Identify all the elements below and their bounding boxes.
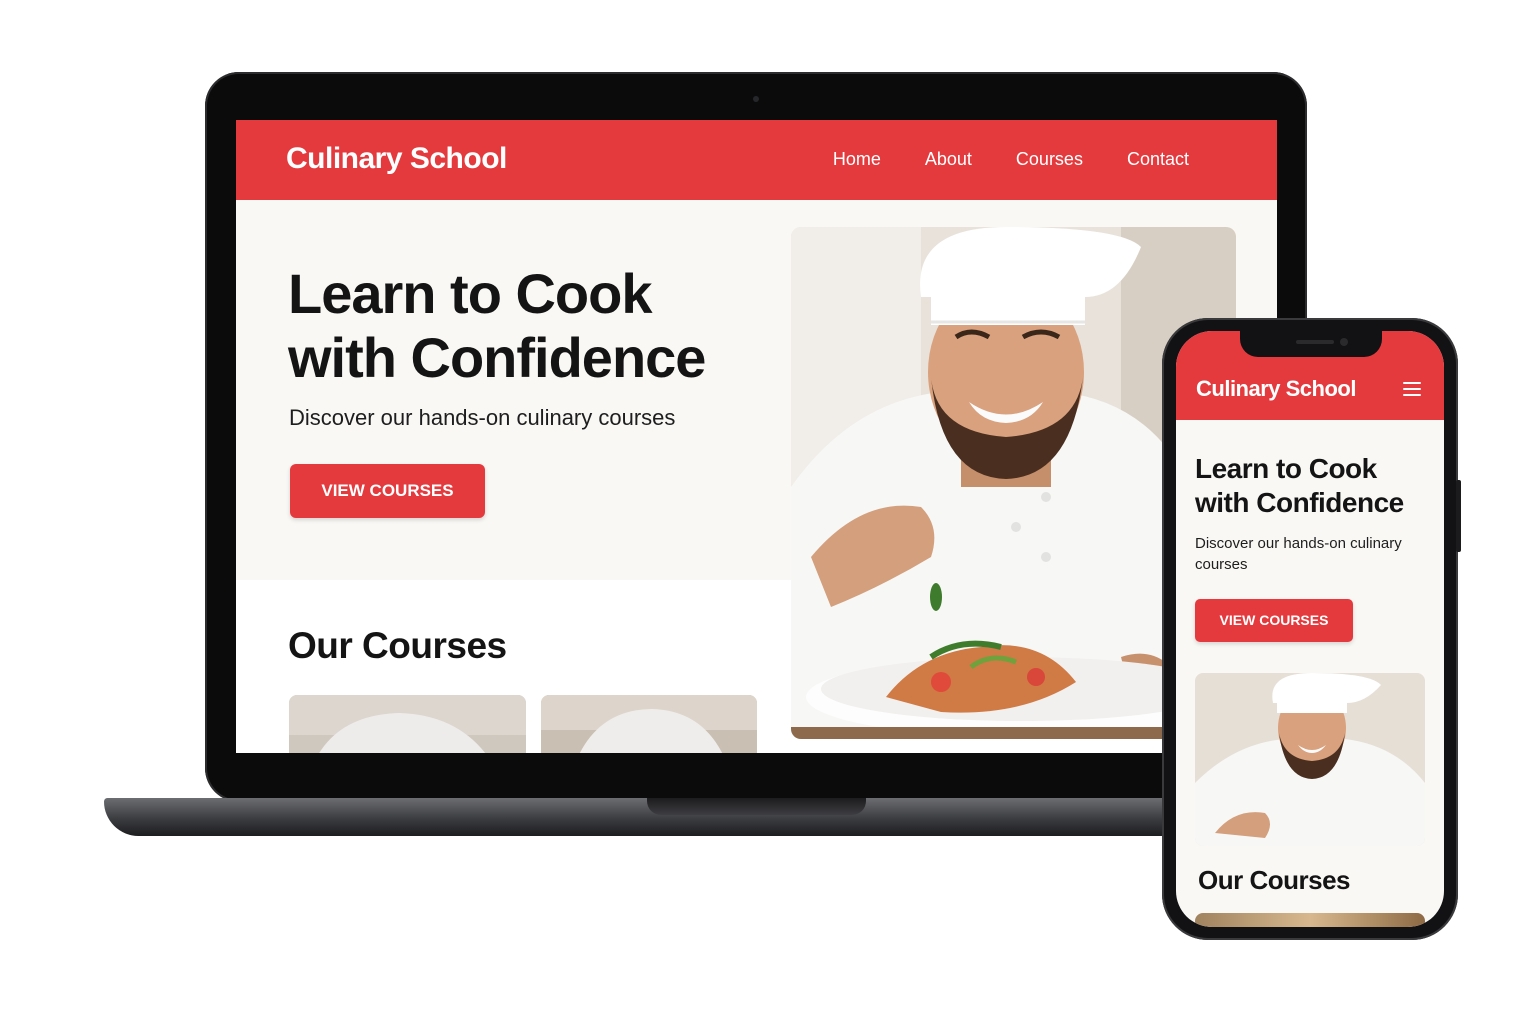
site-logo[interactable]: Culinary School bbox=[286, 142, 507, 176]
view-courses-button[interactable]: VIEW COURSES bbox=[290, 464, 485, 518]
nav-courses[interactable]: Courses bbox=[1016, 149, 1083, 170]
mobile-hero-subtitle: Discover our hands-on culinary courses bbox=[1195, 535, 1402, 573]
courses-heading: Our Courses bbox=[288, 625, 507, 666]
course-card[interactable] bbox=[289, 695, 526, 753]
hamburger-menu-icon[interactable] bbox=[1403, 382, 1421, 398]
hero-title: Learn to Cook with Confidence bbox=[288, 262, 768, 390]
mobile-hero-title: Learn to Cook with Confidence bbox=[1195, 452, 1435, 520]
hero-subtitle: Discover our hands-on culinary courses bbox=[289, 405, 676, 430]
hero-title-line2: with Confidence bbox=[288, 326, 706, 389]
course-card-image bbox=[289, 695, 526, 753]
nav-home[interactable]: Home bbox=[833, 149, 881, 170]
phone-front-camera bbox=[1340, 338, 1348, 346]
phone-notch bbox=[1240, 331, 1382, 357]
nav-links: Home About Courses Contact bbox=[833, 149, 1189, 170]
course-card-image bbox=[541, 695, 757, 753]
mobile-view-courses-button[interactable]: VIEW COURSES bbox=[1195, 599, 1353, 642]
desktop-site: Culinary School Home About Courses Conta… bbox=[236, 120, 1277, 753]
phone-speaker bbox=[1296, 340, 1334, 344]
hero-title-line1: Learn to Cook bbox=[288, 262, 652, 325]
mobile-site-logo[interactable]: Culinary School bbox=[1196, 376, 1356, 402]
nav-contact[interactable]: Contact bbox=[1127, 149, 1189, 170]
laptop-camera bbox=[753, 96, 759, 102]
phone-side-button bbox=[1456, 480, 1461, 552]
mobile-course-card[interactable] bbox=[1195, 913, 1425, 927]
mobile-hero-title-line1: Learn to Cook bbox=[1195, 453, 1377, 484]
mobile-chef-photo bbox=[1195, 673, 1425, 846]
laptop-trackpad-notch bbox=[647, 798, 866, 815]
nav-about[interactable]: About bbox=[925, 149, 972, 170]
mobile-courses-heading: Our Courses bbox=[1198, 865, 1351, 895]
mobile-site: Culinary School Learn to Cook with Confi… bbox=[1176, 331, 1444, 927]
course-card[interactable] bbox=[541, 695, 757, 753]
top-navbar: Culinary School Home About Courses Conta… bbox=[236, 120, 1277, 200]
mobile-hero-title-line2: with Confidence bbox=[1195, 487, 1404, 518]
